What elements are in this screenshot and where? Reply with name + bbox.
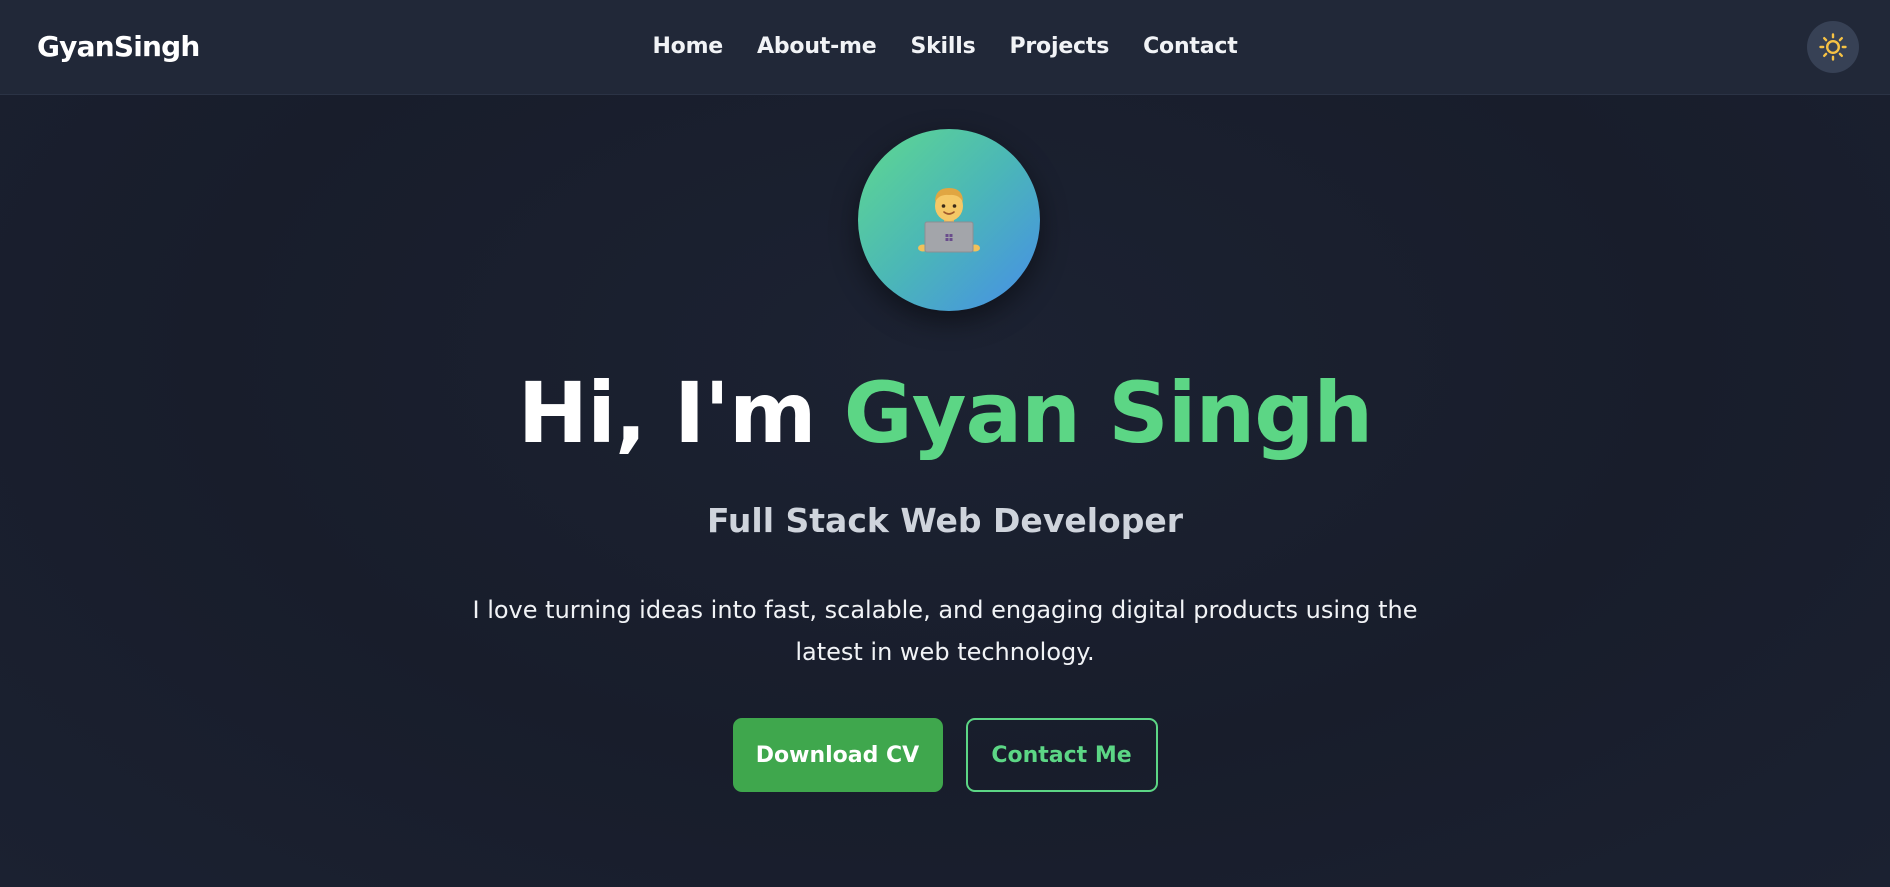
nav-link-home[interactable]: Home (635, 31, 740, 63)
nav-link-about-me[interactable]: About-me (740, 31, 893, 63)
contact-me-button[interactable]: Contact Me (965, 718, 1158, 792)
technologist-emoji-icon (918, 188, 980, 253)
hero-description: I love turning ideas into fast, scalable… (472, 596, 1418, 666)
avatar (858, 129, 1040, 311)
sun-icon (1819, 33, 1847, 61)
cta-buttons: Download CV Contact Me (0, 718, 1890, 792)
nav-link-skills[interactable]: Skills (893, 31, 992, 63)
hero-subtitle: Full Stack Web Developer (707, 501, 1183, 540)
theme-toggle-button[interactable] (1807, 21, 1859, 73)
hero-section: Hi, I'm Gyan Singh Full Stack Web Develo… (0, 95, 1890, 887)
nav-link-projects[interactable]: Projects (992, 31, 1126, 63)
hero-greeting: Hi, I'm (517, 364, 817, 462)
nav-link-contact[interactable]: Contact (1126, 31, 1254, 63)
hero-title: Hi, I'm Gyan Singh (0, 363, 1890, 463)
download-cv-button[interactable]: Download CV (732, 718, 943, 792)
hero-name: Gyan Singh (843, 364, 1373, 462)
nav-links: Home About-me Skills Projects Contact (0, 31, 1890, 63)
navbar: GyanSingh Home About-me Skills Projects … (0, 0, 1890, 95)
